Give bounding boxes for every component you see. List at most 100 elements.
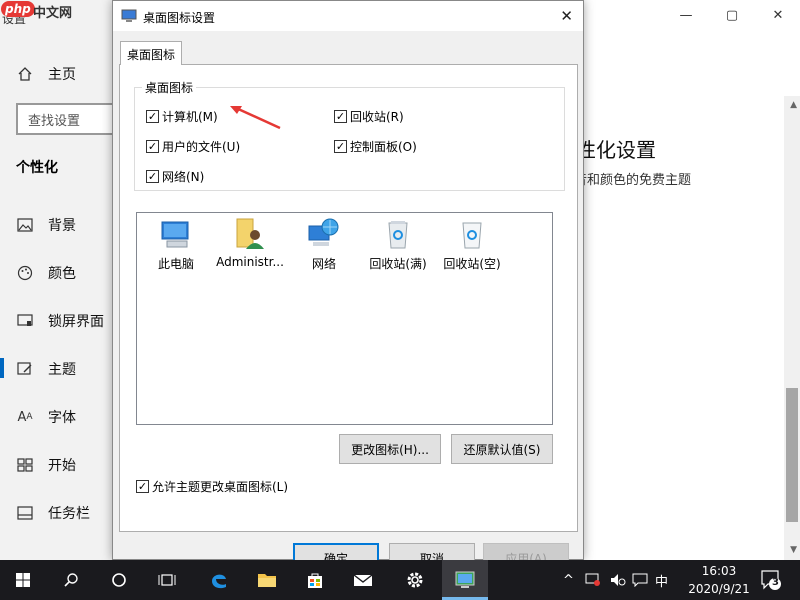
icon-item-label: Administr... — [216, 255, 284, 269]
checkbox-computer-label: 计算机(M) — [162, 110, 218, 124]
recycle-bin-empty-icon — [455, 217, 489, 251]
icon-item-recycle-bin-empty[interactable]: 回收站(空) — [435, 217, 509, 272]
volume-icon[interactable] — [610, 560, 626, 600]
scrollbar-thumb[interactable] — [786, 388, 798, 522]
lock-screen-icon — [16, 312, 34, 330]
close-button[interactable]: ✕ — [768, 6, 788, 26]
desktop-icon-settings-dialog: 桌面图标设置 ✕ 桌面图标 桌面图标 ✓ 计算机(M) ✓ 回收站(R) ✓ 用… — [112, 0, 584, 573]
checkbox-user-files-label: 用户的文件(U) — [162, 140, 241, 154]
recycle-bin-full-icon — [381, 217, 415, 251]
personalization-description: 音和颜色的免费主题 — [574, 173, 692, 188]
minimize-button[interactable]: — — [676, 6, 696, 26]
notification-count: 3 — [772, 577, 779, 588]
taskbar-clock[interactable]: 16:03 2020/9/21 — [686, 562, 752, 598]
file-explorer-icon[interactable] — [244, 560, 290, 600]
php-watermark: php 中文网 — [0, 0, 88, 24]
taskbar: ^ 中 — [0, 560, 800, 600]
nav-home-label: 主页 — [48, 67, 76, 83]
mail-icon[interactable] — [340, 560, 386, 600]
font-icon: AA — [17, 409, 33, 425]
checkbox-box: ✓ — [334, 110, 347, 123]
dialog-close-button[interactable]: ✕ — [560, 7, 573, 25]
search-placeholder: 查找设置 — [28, 114, 81, 129]
checkbox-control-panel-label: 控制面板(O) — [350, 140, 417, 154]
network-icon — [307, 217, 341, 251]
nav-taskbar-label: 任务栏 — [48, 506, 90, 522]
checkbox-network[interactable]: ✓ 网络(N) — [146, 168, 204, 185]
clock-time: 16:03 — [701, 564, 737, 578]
nav-fonts-label: 字体 — [48, 410, 76, 426]
this-pc-icon — [159, 217, 193, 251]
network-status-icon[interactable] — [585, 560, 601, 600]
user-folder-icon — [233, 217, 267, 251]
settings-search-input[interactable]: 查找设置 — [16, 103, 116, 135]
store-icon[interactable] — [292, 560, 338, 600]
ime-indicator[interactable]: 中 — [655, 560, 668, 600]
icon-item-label: 回收站(满) — [369, 257, 427, 271]
nav-start[interactable]: 开始 — [16, 455, 76, 475]
cortana-icon[interactable] — [96, 560, 142, 600]
checkbox-recycle-bin[interactable]: ✓ 回收站(R) — [334, 108, 404, 125]
icon-item-label: 回收站(空) — [443, 257, 501, 271]
personalization-heading: 性化设置 — [576, 138, 656, 162]
checkbox-control-panel[interactable]: ✓ 控制面板(O) — [334, 138, 417, 155]
nav-colors[interactable]: 颜色 — [16, 263, 76, 283]
edge-icon[interactable] — [196, 560, 242, 600]
tab-desktop-icons[interactable]: 桌面图标 — [120, 41, 183, 65]
nav-lock-screen[interactable]: 锁屏界面 — [16, 311, 104, 331]
nav-active-indicator — [0, 358, 4, 378]
nav-themes[interactable]: 主题 — [16, 359, 76, 379]
theme-icon — [16, 360, 34, 378]
checkbox-network-label: 网络(N) — [162, 170, 205, 184]
icon-item-recycle-bin-full[interactable]: 回收站(满) — [361, 217, 435, 272]
watermark-logo: php — [1, 1, 35, 17]
section-title: 个性化 — [16, 160, 58, 176]
desktop-icon-settings-app-icon[interactable] — [442, 560, 488, 600]
nav-taskbar[interactable]: 任务栏 — [16, 503, 90, 523]
checkbox-box: ✓ — [146, 140, 159, 153]
scroll-down-arrow-icon[interactable]: ▼ — [790, 545, 797, 555]
checkbox-computer[interactable]: ✓ 计算机(M) — [146, 108, 218, 125]
search-icon[interactable] — [48, 560, 94, 600]
nav-home[interactable]: 主页 — [16, 64, 76, 84]
nav-fonts[interactable]: AA 字体 — [16, 407, 76, 427]
speech-bubble-icon[interactable] — [632, 560, 648, 600]
checkbox-box: ✓ — [334, 140, 347, 153]
groupbox-title: 桌面图标 — [142, 79, 197, 96]
dialog-titlebar[interactable]: 桌面图标设置 ✕ — [113, 1, 583, 31]
dialog-title: 桌面图标设置 — [143, 11, 216, 25]
monitor-icon — [121, 9, 137, 23]
checkbox-box: ✓ — [136, 480, 149, 493]
icon-item-user-folder[interactable]: Administr... — [213, 217, 287, 269]
checkbox-box: ✓ — [146, 170, 159, 183]
icon-item-label: 网络 — [311, 257, 336, 271]
watermark-text: 中文网 — [33, 6, 73, 21]
notification-center-icon[interactable]: 3 — [760, 569, 782, 591]
taskbar-icon — [16, 504, 34, 522]
nav-themes-label: 主题 — [48, 362, 76, 378]
change-icon-button[interactable]: 更改图标(H)... — [339, 434, 441, 464]
nav-start-label: 开始 — [48, 458, 76, 474]
checkbox-user-files[interactable]: ✓ 用户的文件(U) — [146, 138, 240, 155]
tab-panel: 桌面图标 ✓ 计算机(M) ✓ 回收站(R) ✓ 用户的文件(U) ✓ 控制面板… — [119, 64, 578, 532]
scroll-up-arrow-icon[interactable]: ▲ — [790, 100, 797, 110]
checkbox-box: ✓ — [146, 110, 159, 123]
maximize-button[interactable]: ▢ — [722, 6, 742, 26]
icon-item-this-pc[interactable]: 此电脑 — [139, 217, 213, 272]
tray-chevron-icon[interactable]: ^ — [563, 560, 574, 600]
home-icon — [16, 65, 34, 83]
nav-lock-screen-label: 锁屏界面 — [48, 314, 104, 330]
task-view-icon[interactable] — [144, 560, 190, 600]
windows-start-icon[interactable] — [0, 560, 46, 600]
restore-default-button[interactable]: 还原默认值(S) — [451, 434, 553, 464]
settings-gear-icon[interactable] — [392, 560, 438, 600]
icon-item-network[interactable]: 网络 — [287, 217, 361, 272]
settings-content-pane — [560, 0, 800, 560]
annotation-arrow-icon — [230, 106, 281, 130]
nav-background[interactable]: 背景 — [16, 215, 76, 235]
nav-colors-label: 颜色 — [48, 266, 76, 282]
icon-item-label: 此电脑 — [157, 257, 194, 271]
start-icon — [16, 456, 34, 474]
image-icon — [16, 216, 34, 234]
checkbox-allow-themes[interactable]: ✓ 允许主题更改桌面图标(L) — [136, 478, 288, 495]
